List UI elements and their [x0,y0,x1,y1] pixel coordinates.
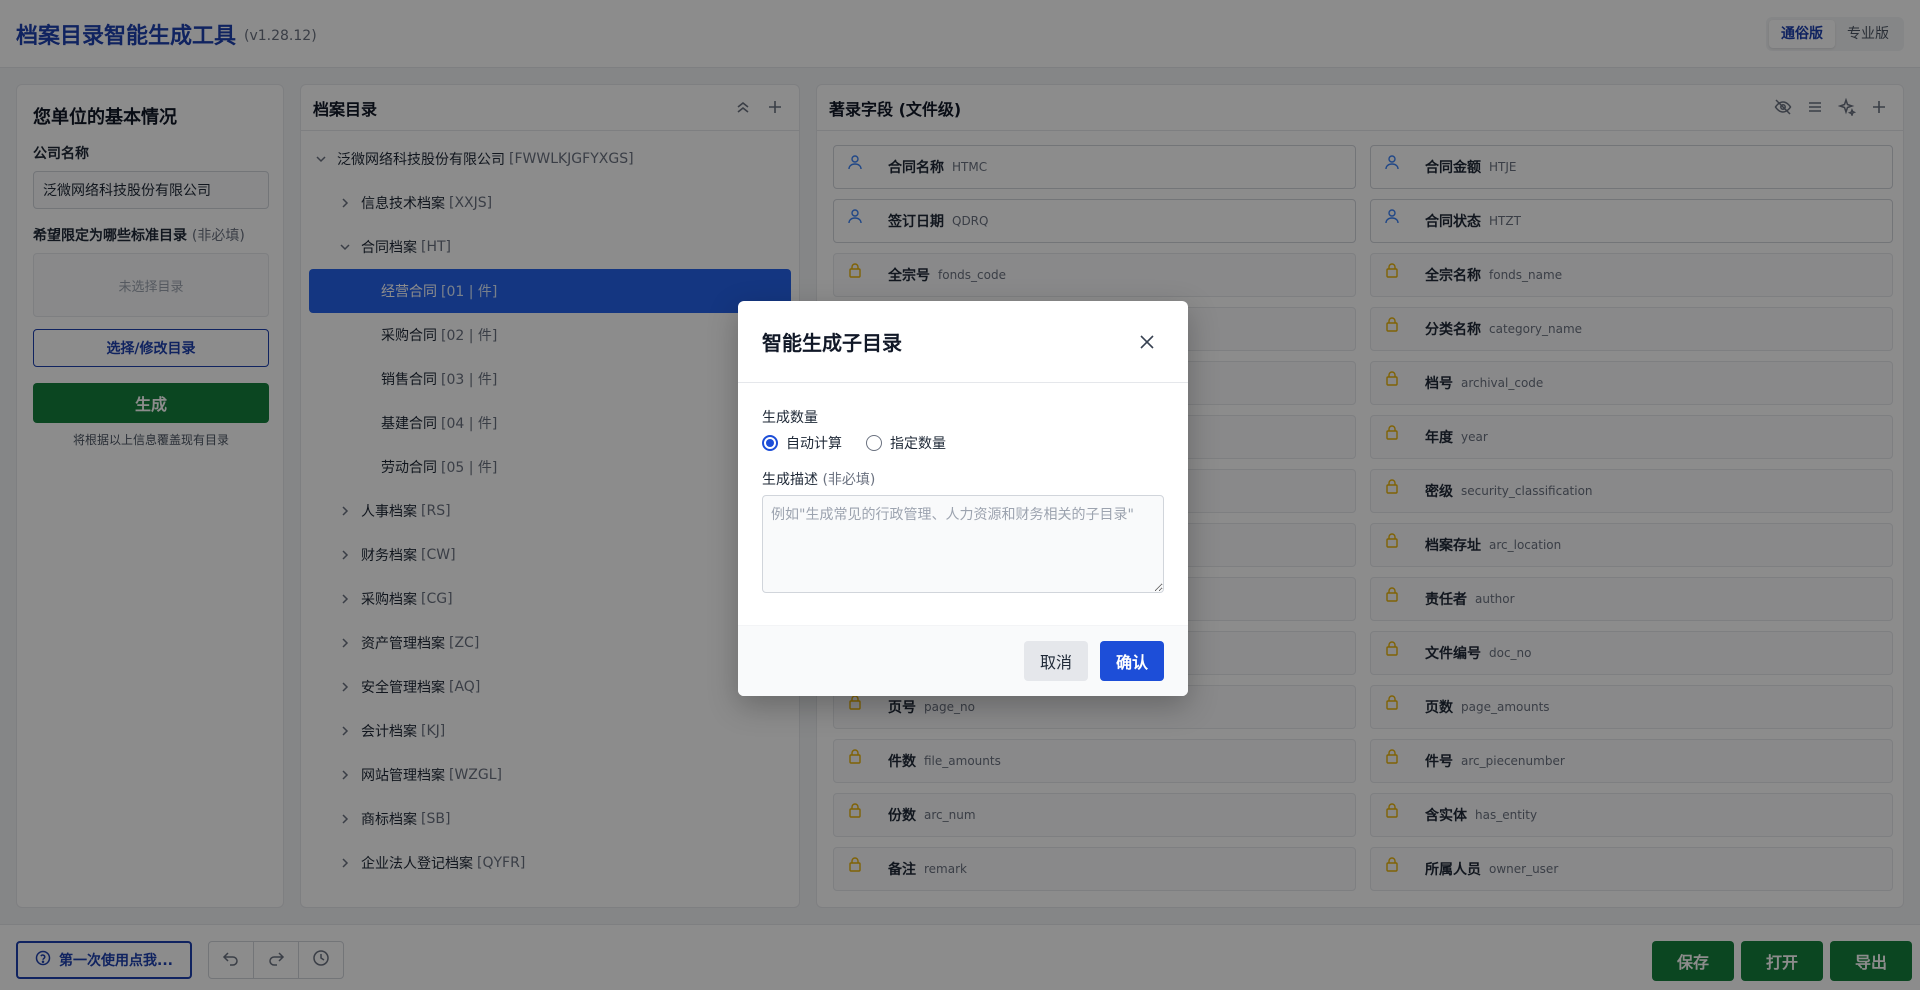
radio-manual-dot[interactable] [866,435,882,451]
description-textarea[interactable] [762,495,1164,593]
dialog-body: 生成数量 自动计算 指定数量 生成描述 (非必填) [738,383,1188,625]
cancel-button[interactable]: 取消 [1024,641,1088,681]
radio-auto-dot[interactable] [762,435,778,451]
count-label: 生成数量 [762,410,818,426]
close-icon[interactable] [1136,331,1158,353]
radio-auto[interactable]: 自动计算 [762,433,842,453]
dialog-title: 智能生成子目录 [762,331,902,355]
desc-optional: (非必填) [822,472,876,488]
desc-label-text: 生成描述 [762,472,818,488]
radio-manual[interactable]: 指定数量 [866,433,946,453]
confirm-button[interactable]: 确认 [1100,641,1164,681]
dialog-footer: 取消 确认 [738,625,1188,696]
radio-manual-label: 指定数量 [890,436,946,452]
desc-label: 生成描述 (非必填) [762,469,1164,489]
count-radio-group: 自动计算 指定数量 [762,433,1164,453]
radio-auto-label: 自动计算 [786,436,842,452]
dialog-header: 智能生成子目录 [738,301,1188,383]
generate-subcatalog-dialog: 智能生成子目录 生成数量 自动计算 指定数量 生成描述 (非必填) 取消 确认 [738,301,1188,696]
